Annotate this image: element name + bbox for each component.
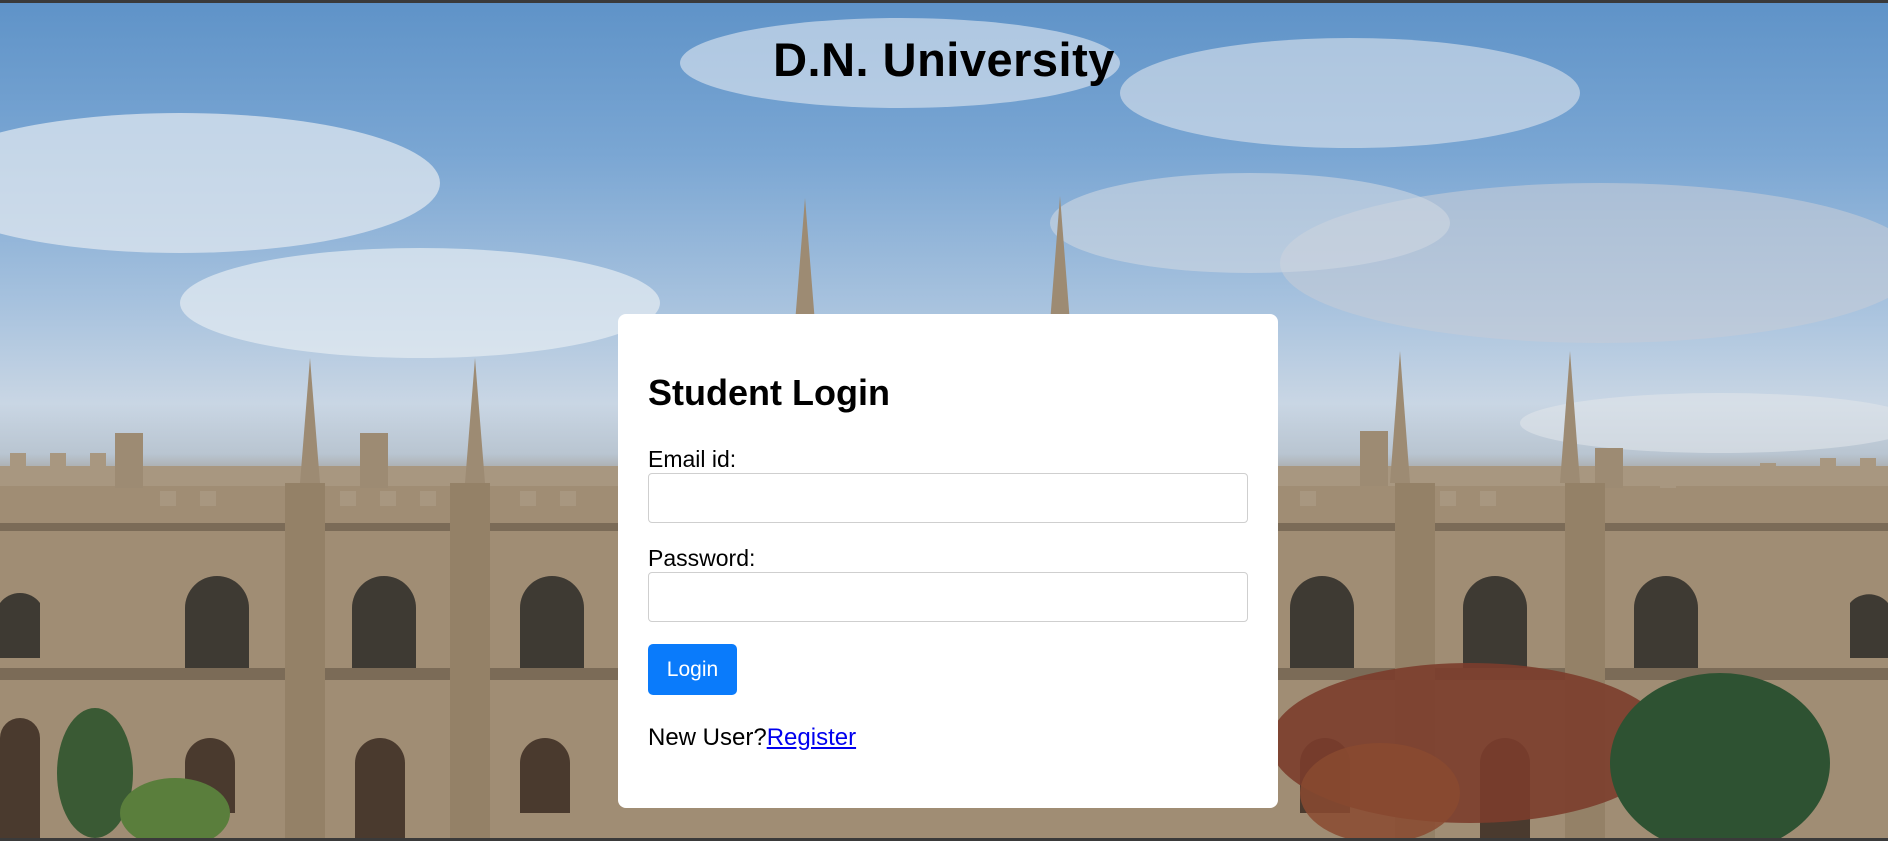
register-link[interactable]: Register [767, 724, 856, 751]
register-row: New User?Register [648, 724, 856, 752]
site-title: D.N. University [773, 33, 1115, 86]
login-heading: Student Login [648, 372, 890, 413]
login-card: Student Login Email id: Password: Login … [618, 314, 1278, 808]
login-button[interactable]: Login [648, 644, 737, 695]
new-user-text: New User? [648, 724, 767, 751]
email-label: Email id: [648, 446, 737, 472]
password-label: Password: [648, 545, 756, 571]
email-input[interactable] [648, 473, 1248, 523]
password-input[interactable] [648, 572, 1248, 622]
